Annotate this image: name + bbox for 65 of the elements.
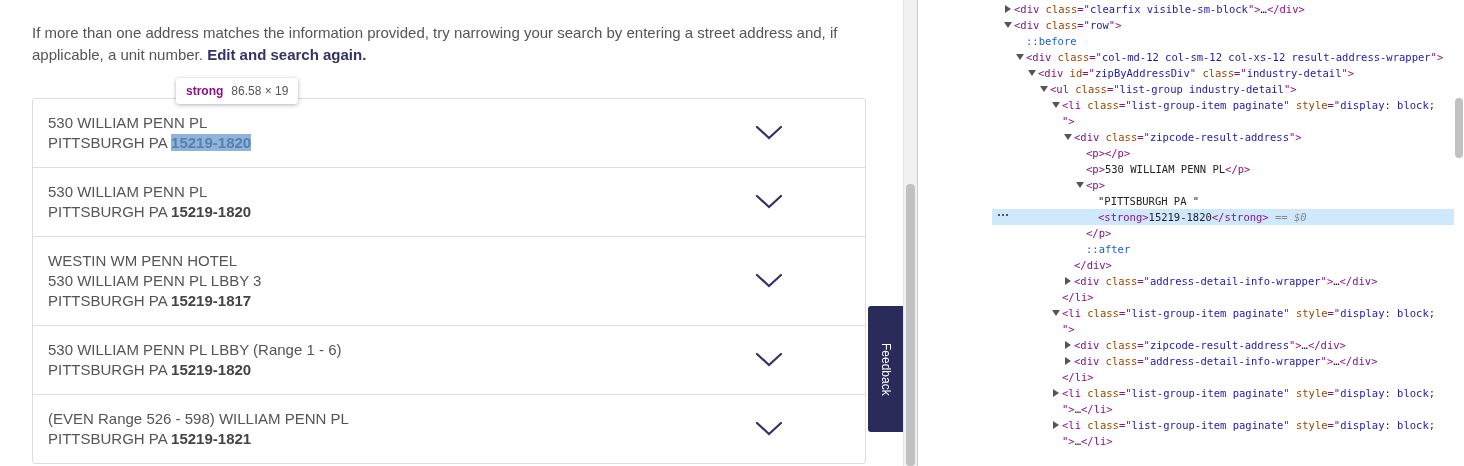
- edit-search-link[interactable]: Edit and search again.: [207, 46, 367, 63]
- dom-node-row[interactable]: <li class="list-group-item paginate" style="display: block; ">…</li>: [992, 417, 1454, 449]
- dom-node-row[interactable]: <li class="list-group-item paginate" style="display: block; ">…</li>: [992, 385, 1454, 417]
- page-scrollbar[interactable]: [903, 0, 917, 466]
- feedback-tab[interactable]: Feedback: [868, 306, 903, 432]
- closing-tag: </p>: [1086, 225, 1112, 241]
- closing-tag: </li>: [1062, 369, 1094, 385]
- chevron-down-icon: [755, 194, 783, 210]
- dom-node-row[interactable]: <div class="zipcode-result-address">: [992, 129, 1454, 145]
- dom-node-row[interactable]: <div id="zipByAddressDiv" class="industry-detail">: [992, 65, 1454, 81]
- triangle-right-icon[interactable]: [1064, 341, 1072, 349]
- dom-node-row[interactable]: <strong>15219-1820</strong> == $0: [992, 209, 1454, 225]
- address-result[interactable]: 530 WILLIAM PENN PL LBBY (Range 1 - 6) PITTSBURGH PA 15219-1820: [33, 325, 865, 394]
- address-line: 530 WILLIAM PENN PL: [48, 113, 208, 133]
- dom-node-row[interactable]: <div class="address-detail-info-wrapper">…</div>: [992, 273, 1454, 289]
- address-result[interactable]: 530 WILLIAM PENN PL PITTSBURGH PA 15219-1820: [33, 167, 865, 236]
- dom-node-row[interactable]: <div class="address-detail-info-wrapper">…</div>: [992, 353, 1454, 369]
- triangle-down-icon[interactable]: [1052, 309, 1060, 317]
- address-line: PITTSBURGH PA 15219-1820: [48, 360, 252, 380]
- triangle-down-icon[interactable]: [1028, 69, 1036, 77]
- triangle-right-icon[interactable]: [1052, 389, 1060, 397]
- chevron-down-icon: [755, 421, 783, 437]
- address-line: 530 WILLIAM PENN PL: [48, 182, 208, 202]
- closing-tag: </li>: [1062, 289, 1094, 305]
- address-result[interactable]: (EVEN Range 526 - 598) WILLIAM PENN PL PITTSBURGH PA 15219-1821: [33, 394, 865, 463]
- triangle-down-icon[interactable]: [1064, 133, 1072, 141]
- address-line: 530 WILLIAM PENN PL LBBY 3: [48, 271, 262, 291]
- dom-node-row[interactable]: "PITTSBURGH PA ": [992, 193, 1454, 209]
- dom-node-row[interactable]: <p></p>: [992, 145, 1454, 161]
- dom-node-row[interactable]: ::before: [992, 33, 1454, 49]
- triangle-down-icon[interactable]: [1004, 21, 1012, 29]
- address-line: PITTSBURGH PA 15219-1821: [48, 429, 252, 449]
- closing-tag: </div>: [1074, 257, 1112, 273]
- dom-node-row[interactable]: <p>: [992, 177, 1454, 193]
- address-line: PITTSBURGH PA 15219-1817: [48, 291, 252, 311]
- triangle-down-icon[interactable]: [1052, 101, 1060, 109]
- dom-node-row[interactable]: <div class="row">: [992, 17, 1454, 33]
- dom-node-row[interactable]: <li class="list-group-item paginate" style="display: block; ">: [992, 305, 1454, 337]
- dom-node-row[interactable]: <div class="col-md-12 col-sm-12 col-xs-12 result-address-wrapper">: [992, 49, 1454, 65]
- triangle-down-icon[interactable]: [1076, 181, 1084, 189]
- triangle-right-icon[interactable]: [1052, 421, 1060, 429]
- triangle-right-icon[interactable]: [1064, 357, 1072, 365]
- triangle-down-icon[interactable]: [1040, 85, 1048, 93]
- address-line: (EVEN Range 526 - 598) WILLIAM PENN PL: [48, 409, 349, 429]
- chevron-down-icon: [755, 352, 783, 368]
- tooltip-size: 86.58 × 19: [231, 83, 289, 100]
- dom-node-row[interactable]: <div class="zipcode-result-address">…</div>: [992, 337, 1454, 353]
- tooltip-tag: strong: [186, 82, 224, 100]
- triangle-right-icon[interactable]: [1064, 277, 1072, 285]
- address-line: PITTSBURGH PA 15219-1820: [48, 133, 252, 153]
- dom-node-row[interactable]: <p>530 WILLIAM PENN PL</p>: [992, 161, 1454, 177]
- address-result[interactable]: WESTIN WM PENN HOTEL 530 WILLIAM PENN PL LBBY 3 PITTSBURGH PA 15219-1817: [33, 236, 865, 325]
- address-result[interactable]: 530 WILLIAM PENN PL PITTSBURGH PA 15219-1820: [33, 99, 865, 167]
- triangle-down-icon[interactable]: [1016, 53, 1024, 61]
- address-line: 530 WILLIAM PENN PL LBBY (Range 1 - 6): [48, 340, 342, 360]
- address-line: WESTIN WM PENN HOTEL: [48, 251, 238, 271]
- chevron-down-icon: [755, 273, 783, 289]
- triangle-right-icon[interactable]: [1004, 5, 1012, 13]
- dom-node-row[interactable]: <li class="list-group-item paginate" style="display: block; ">: [992, 97, 1454, 129]
- chevron-down-icon: [755, 125, 783, 141]
- dom-node-row[interactable]: <div class="clearfix visible-sm-block">…</div>: [992, 1, 1454, 17]
- intro-paragraph: If more than one address matches the information provided, try narrowing your search by entering a street address and, if applicable, a unit number. Edit and search again.: [32, 23, 839, 65]
- dom-node-row[interactable]: ::after: [992, 241, 1454, 257]
- address-line: PITTSBURGH PA 15219-1820: [48, 202, 252, 222]
- dom-node-row[interactable]: <ul class="list-group industry-detail">: [992, 81, 1454, 97]
